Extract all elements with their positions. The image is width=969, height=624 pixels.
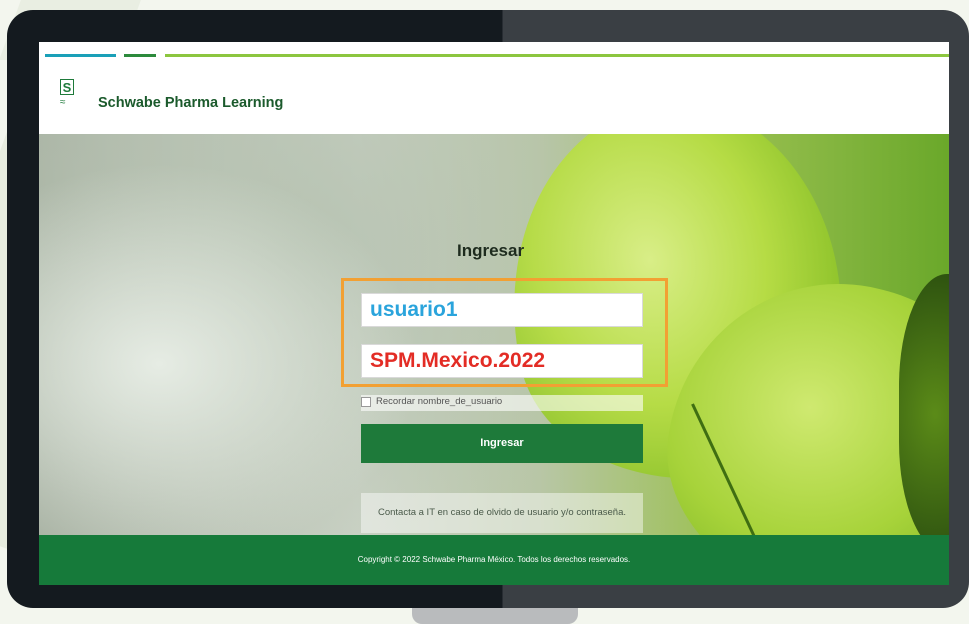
- remember-label[interactable]: Recordar nombre_de_usuario: [376, 396, 502, 407]
- remember-username-row[interactable]: Recordar nombre_de_usuario: [361, 395, 643, 411]
- site-logo[interactable]: S ≈: [60, 79, 76, 115]
- browser-screen: S ≈ Schwabe Pharma Learning Ingresar usu…: [39, 42, 949, 585]
- monitor-frame: S ≈ Schwabe Pharma Learning Ingresar usu…: [7, 10, 969, 608]
- accent-line: [124, 54, 156, 57]
- accent-line: [165, 54, 949, 57]
- login-title: Ingresar: [457, 241, 525, 260]
- help-note: Contacta a IT en caso de olvido de usuar…: [361, 493, 643, 533]
- book-icon: ≈: [60, 97, 66, 108]
- footer: Copyright © 2022 Schwabe Pharma México. …: [39, 535, 949, 585]
- logo-icon: S: [60, 79, 74, 95]
- copyright-text: Copyright © 2022 Schwabe Pharma México. …: [357, 555, 631, 564]
- brand-title[interactable]: Schwabe Pharma Learning: [98, 95, 283, 111]
- remember-checkbox[interactable]: [361, 397, 371, 407]
- password-input[interactable]: SPM.Mexico.2022: [361, 344, 643, 378]
- monitor-stand: [412, 608, 578, 624]
- login-button[interactable]: Ingresar: [361, 424, 643, 463]
- accent-line: [45, 54, 116, 57]
- username-input[interactable]: usuario1: [361, 293, 643, 327]
